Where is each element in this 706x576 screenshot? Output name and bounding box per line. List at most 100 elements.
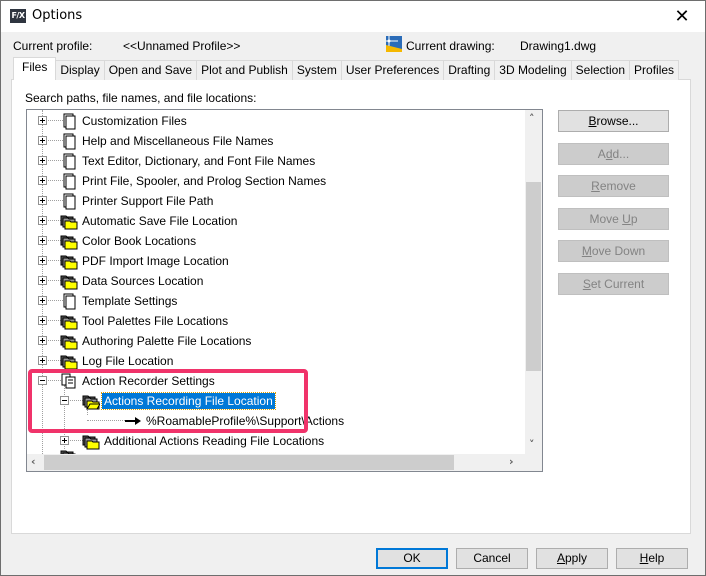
expand-icon[interactable] — [38, 136, 47, 145]
tree-node[interactable]: Color Book Locations — [27, 231, 525, 251]
tree-node[interactable]: Automatic Save File Location — [27, 211, 525, 231]
tree-node[interactable]: Printer Support File Path — [27, 191, 525, 211]
tab-display[interactable]: Display — [55, 60, 105, 80]
remove-button[interactable]: Remove — [558, 175, 669, 197]
expand-icon[interactable] — [38, 356, 47, 365]
tree-node-label[interactable]: Customization Files — [80, 113, 189, 129]
tab-open-and-save[interactable]: Open and Save — [103, 60, 198, 80]
tree-node-label[interactable]: Print File, Spooler, and Prolog Section … — [80, 173, 328, 189]
tree-node[interactable]: Print File, Spooler, and Prolog Section … — [27, 171, 525, 191]
move-up-button[interactable]: Move Up — [558, 208, 669, 230]
expand-icon[interactable] — [38, 316, 47, 325]
tree-node-label[interactable]: Actions Recording File Location — [101, 392, 276, 410]
collapse-icon[interactable] — [60, 396, 69, 405]
tree-node[interactable]: Data Sources Location — [27, 271, 525, 291]
set-current-button[interactable]: Set Current — [558, 273, 669, 295]
expand-icon[interactable] — [38, 116, 47, 125]
file-stack-icon — [60, 192, 78, 210]
expand-icon[interactable] — [38, 336, 47, 345]
tree-node[interactable]: Additional Actions Reading File Location… — [27, 431, 525, 451]
expand-icon[interactable] — [38, 256, 47, 265]
tree-node[interactable]: Help and Miscellaneous File Names — [27, 131, 525, 151]
tab-drafting[interactable]: Drafting — [443, 60, 496, 80]
tree-node-label[interactable]: Color Book Locations — [80, 233, 198, 249]
file-stack-icon — [60, 112, 78, 130]
scroll-down-icon[interactable]: ˅ — [529, 438, 535, 451]
vertical-scrollbar[interactable]: ˄ ˅ — [525, 110, 542, 454]
tree-node-label[interactable]: Automatic Save File Location — [80, 213, 239, 229]
file-stack-icon — [60, 152, 78, 170]
expand-icon[interactable] — [38, 156, 47, 165]
tree-node-label[interactable]: Template Settings — [80, 293, 179, 309]
open-folder-icon — [82, 392, 101, 410]
tree-node[interactable]: Actions Recording File Location — [27, 391, 525, 411]
folder-stack-icon — [60, 252, 78, 270]
tab-files[interactable]: Files — [13, 57, 57, 80]
tree-node-label[interactable]: Text Editor, Dictionary, and Font File N… — [80, 153, 317, 169]
tab-strip: Files Display Open and Save Plot and Pub… — [13, 57, 680, 80]
horizontal-scrollbar[interactable]: ‹ › — [27, 454, 525, 471]
current-drawing-value: Drawing1.dwg — [520, 39, 597, 53]
tree-node[interactable]: Action Recorder Settings — [27, 371, 525, 391]
expand-icon[interactable] — [60, 436, 69, 445]
tab-plot-and-publish[interactable]: Plot and Publish — [196, 60, 293, 80]
apply-button[interactable]: Apply — [536, 548, 608, 569]
tree-node[interactable]: %RoamableProfile%\Support\Actions — [27, 411, 525, 431]
folder-stack-icon — [60, 272, 78, 290]
file-stack-icon — [60, 132, 78, 150]
scroll-right-icon[interactable]: › — [509, 455, 514, 468]
horizontal-scroll-thumb[interactable] — [44, 455, 454, 470]
folder-stack-icon — [60, 352, 78, 370]
expand-icon[interactable] — [38, 176, 47, 185]
tree-node-label[interactable]: PDF Import Image Location — [80, 253, 231, 269]
tree-node-label[interactable]: Data Sources Location — [80, 273, 205, 289]
tree-node-label[interactable]: Authoring Palette File Locations — [80, 333, 253, 349]
close-icon: ✕ — [674, 6, 690, 27]
expand-icon[interactable] — [38, 236, 47, 245]
tree-node[interactable]: PDF Import Image Location — [27, 251, 525, 271]
tree-node-label[interactable]: Printer Support File Path — [80, 193, 215, 209]
expand-icon[interactable] — [38, 296, 47, 305]
tree-node-label[interactable]: Additional Actions Reading File Location… — [102, 433, 326, 449]
tree-node[interactable]: Log File Location — [27, 351, 525, 371]
help-button[interactable]: Help — [616, 548, 688, 569]
file-locations-tree[interactable]: Customization Files Help and Miscellaneou… — [26, 109, 543, 472]
tree-node[interactable]: Text Editor, Dictionary, and Font File N… — [27, 151, 525, 171]
tree-node[interactable]: Authoring Palette File Locations — [27, 331, 525, 351]
tree-node[interactable]: Tool Palettes File Locations — [27, 311, 525, 331]
ok-button[interactable]: OK — [376, 548, 448, 569]
expand-icon[interactable] — [38, 276, 47, 285]
close-button[interactable]: ✕ — [659, 1, 705, 32]
settings-doc-icon — [60, 372, 78, 390]
tree-node-label[interactable]: Log File Location — [80, 353, 175, 369]
collapse-icon[interactable] — [38, 376, 47, 385]
tab-profiles[interactable]: Profiles — [629, 60, 680, 80]
vertical-scroll-thumb[interactable] — [526, 182, 541, 371]
tree-node-label[interactable]: Help and Miscellaneous File Names — [80, 133, 275, 149]
tab-user-preferences[interactable]: User Preferences — [340, 60, 445, 80]
tab-system[interactable]: System — [291, 60, 342, 80]
tree-node-label[interactable]: %RoamableProfile%\Support\Actions — [144, 413, 346, 429]
tab-selection[interactable]: Selection — [570, 60, 631, 80]
current-profile-label: Current profile: — [13, 39, 93, 53]
folder-stack-icon — [60, 312, 78, 330]
file-stack-icon — [60, 292, 78, 310]
search-paths-label: Search paths, file names, and file locat… — [25, 91, 257, 105]
expand-icon[interactable] — [38, 216, 47, 225]
cancel-button[interactable]: Cancel — [456, 548, 528, 569]
window-title: Options — [32, 8, 83, 23]
expand-icon[interactable] — [38, 196, 47, 205]
tree-node[interactable]: Customization Files — [27, 111, 525, 131]
file-stack-icon — [60, 172, 78, 190]
add-button[interactable]: Add... — [558, 143, 669, 165]
browse-button[interactable]: Browse... — [558, 110, 669, 132]
tree-node-label[interactable]: Tool Palettes File Locations — [80, 313, 230, 329]
move-down-button[interactable]: Move Down — [558, 240, 669, 262]
scroll-left-icon[interactable]: ‹ — [31, 455, 36, 468]
tree-node[interactable]: Template Settings — [27, 291, 525, 311]
tab-3d-modeling[interactable]: 3D Modeling — [494, 60, 572, 80]
tree-node-label[interactable]: Action Recorder Settings — [80, 373, 217, 389]
scroll-up-icon[interactable]: ˄ — [529, 112, 535, 125]
arrow-right-icon — [124, 412, 142, 430]
scrollbar-corner — [525, 454, 542, 471]
